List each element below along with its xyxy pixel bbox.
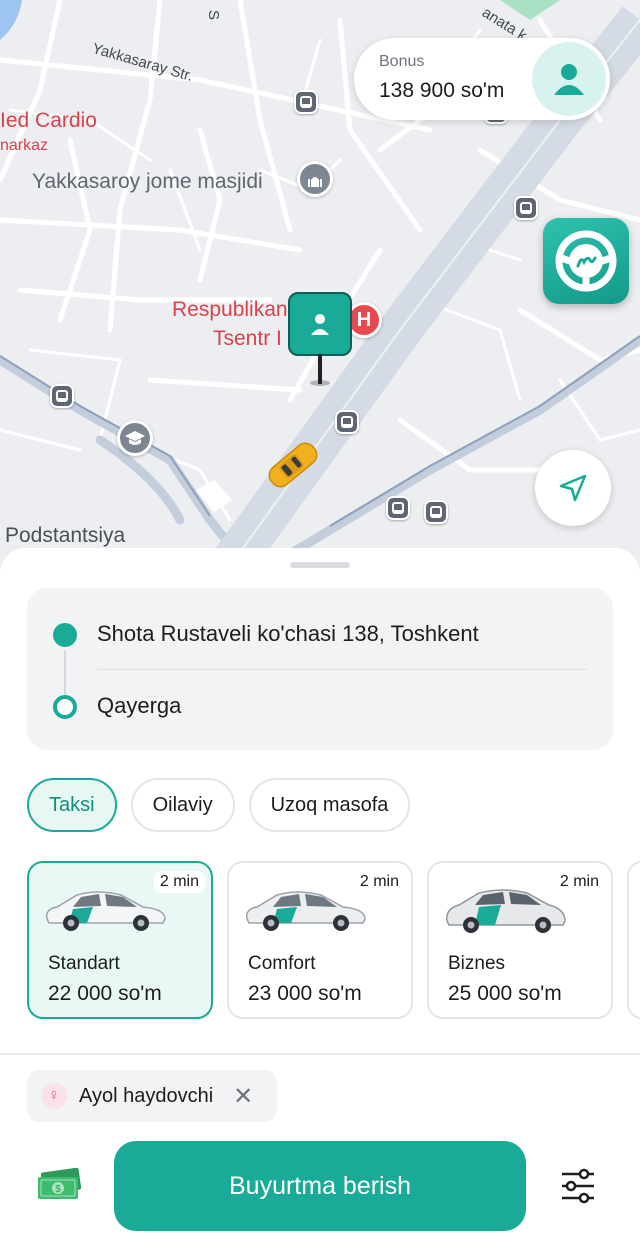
sedan-car-icon [245,891,366,931]
svg-text:$: $ [55,1184,61,1195]
hospital-label: Respublikan [172,298,288,321]
tab-oilaviy[interactable]: Oilaviy [130,778,235,832]
road-label-2: S [205,10,222,21]
bus-stop-icon[interactable] [514,196,538,220]
tariff-name: Biznes [448,953,506,974]
order-sheet: Shota Rustaveli ko'chasi 138, Toshkent Q… [0,548,640,1242]
bonus-card[interactable]: Bonus 138 900 so'm [354,38,610,120]
tariff-price: 23 000 so'm [248,982,362,1005]
profile-avatar[interactable] [532,42,606,116]
tab-uzoq-masofa[interactable]: Uzoq masofa [248,778,411,832]
filter-settings-icon[interactable] [558,1166,598,1206]
female-driver-chip[interactable]: ♀ Ayol haydovchi ✕ [27,1070,277,1122]
section-divider [0,1053,640,1055]
hospital-label-2: Tsentr I [213,327,282,350]
tariff-card-biznes[interactable]: 2 min Biznes 25 000 so'm [427,861,613,1019]
close-icon[interactable]: ✕ [233,1082,253,1111]
pickup-pin[interactable] [288,292,352,356]
bonus-value: 138 900 so'm [379,79,505,102]
route-card: Shota Rustaveli ko'chasi 138, Toshkent Q… [27,588,613,750]
bus-stop-icon[interactable] [335,410,359,434]
user-icon [311,314,329,335]
profile-icon [554,64,584,95]
bus-stop-icon[interactable] [294,90,318,114]
markaz-label: narkaz [0,137,49,154]
destination-dot-icon [53,695,77,719]
bonus-label: Bonus [379,53,425,70]
chip-label: Ayol haydovchi [79,1084,214,1107]
order-button[interactable]: Buyurtma berish [114,1141,526,1231]
tariff-price: 22 000 so'm [48,982,162,1005]
tariff-card-comfort[interactable]: 2 min Comfort 23 000 so'm [227,861,413,1019]
tab-taksi[interactable]: Taksi [27,778,117,832]
pin-stem [318,354,322,384]
tariff-card-next[interactable] [627,861,640,1019]
tariff-price: 25 000 so'm [448,982,562,1005]
service-tabs: Taksi Oilaviy Uzoq masofa [27,778,411,832]
mosque-label: Yakkasaroy jome masjidi [32,170,263,193]
map-view[interactable]: Yakkasaray Str. anata k S Ied Cardio nar… [0,0,640,580]
cardio-label: Ied Cardio [0,109,97,132]
tariff-name: Standart [48,953,120,974]
cash-icon[interactable]: $ [36,1168,82,1202]
navigation-arrow-icon [559,474,587,502]
tariff-card-standart[interactable]: 2 min Standart 22 000 so'm [27,861,213,1019]
tariff-name: Comfort [248,953,316,974]
bus-stop-icon[interactable] [386,496,410,520]
venus-icon: ♀ [41,1083,67,1109]
destination-input[interactable]: Qayerga [97,693,181,719]
origin-dot-icon [53,623,77,647]
sheet-handle[interactable] [290,562,350,568]
tariff-list: 2 min Standart 22 000 so'm 2 min Comfort [27,861,640,1021]
school-icon[interactable] [117,420,153,456]
my-location-button[interactable] [535,450,611,526]
origin-address[interactable]: Shota Rustaveli ko'chasi 138, Toshkent [97,621,479,647]
bus-stop-icon[interactable] [50,384,74,408]
mosque-icon[interactable] [297,161,333,197]
sedan-car-icon [45,891,166,931]
route-divider [97,669,587,670]
bus-stop-icon[interactable] [424,500,448,524]
crossover-car-icon [446,889,566,933]
steering-wheel-icon [555,230,617,292]
podstantsiya-label: Podstantsiya [5,524,126,547]
taxi-car-icon [268,442,318,488]
driver-mode-button[interactable] [543,218,629,304]
